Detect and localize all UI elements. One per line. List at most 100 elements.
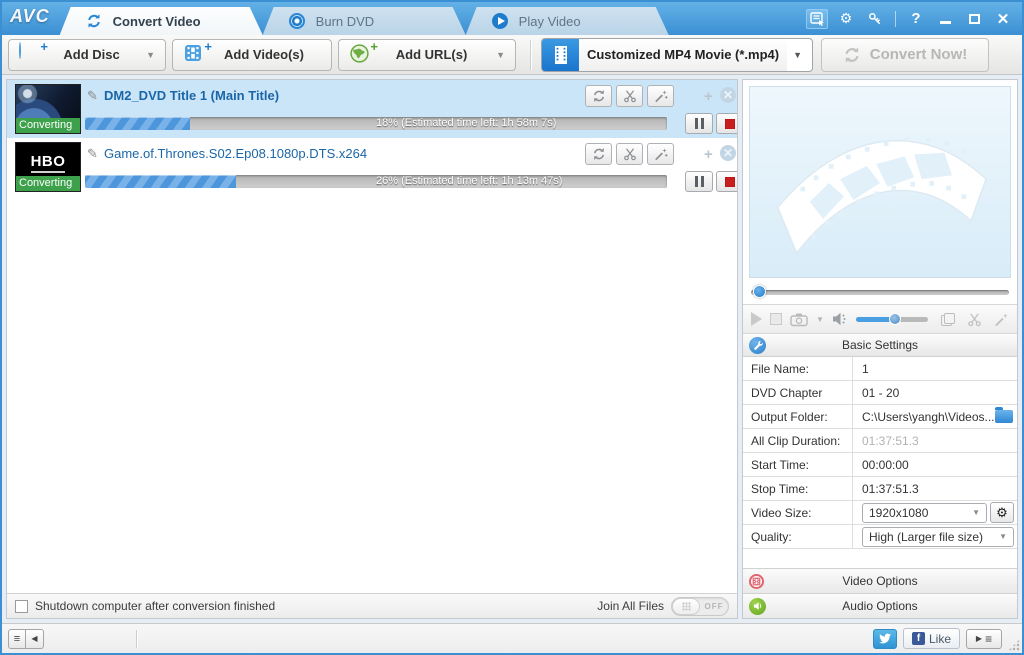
convert-now-label: Convert Now! (869, 46, 968, 63)
collapse-panel-button[interactable]: ◀ (26, 628, 44, 649)
twitter-bird-icon (878, 633, 891, 643)
row-buttons (585, 85, 674, 107)
file-name-value[interactable]: 1 (853, 362, 1017, 376)
volume-icon[interactable] (832, 312, 848, 326)
video-title: Game.of.Thrones.S02.Ep08.1080p.DTS.x264 (104, 146, 368, 161)
video-thumbnail: HBO Converting (15, 142, 81, 192)
pause-button[interactable] (685, 113, 713, 134)
tab-burn-dvd[interactable]: Burn DVD (263, 7, 466, 35)
settings-table: File Name: 1 DVD Chapter 01 - 20 Output … (743, 357, 1017, 549)
setting-label: Video Size: (743, 501, 853, 524)
edit-title-icon[interactable]: ✎ (87, 146, 98, 162)
status-badge: Converting (16, 176, 80, 191)
clip-scissors-icon[interactable] (616, 85, 643, 107)
video-size-select[interactable]: 1920x1080 ▼ (862, 502, 987, 523)
menu-list-button[interactable]: ≡ (8, 628, 26, 649)
folder-icon[interactable] (995, 407, 1013, 423)
help-button[interactable]: ? (905, 9, 927, 29)
clip-scissors-icon[interactable] (616, 143, 643, 165)
row-buttons (585, 143, 674, 165)
stop-button[interactable] (716, 171, 737, 192)
sync-icon (86, 13, 103, 30)
tab-play-video[interactable]: Play Video (466, 7, 669, 35)
snapshot-camera-icon[interactable] (790, 312, 808, 327)
setting-row-dvd-chapter: DVD Chapter 01 - 20 (743, 381, 1017, 405)
tab-convert-video[interactable]: Convert Video (60, 7, 263, 35)
feedback-icon[interactable] (806, 8, 828, 29)
add-disc-label: Add Disc (63, 47, 120, 62)
add-disc-button[interactable]: + Add Disc ▼ (8, 38, 166, 71)
add-videos-label: Add Video(s) (224, 47, 304, 62)
wrench-icon (749, 336, 766, 354)
all-clip-duration-value: 01:37:51.3 (862, 433, 919, 448)
convert-item-button[interactable] (585, 143, 612, 165)
quality-select[interactable]: High (Larger file size) ▼ (862, 526, 1014, 547)
facebook-like-button[interactable]: f Like (902, 628, 960, 649)
playlist-toggle-button[interactable]: ▶ ≡ (966, 628, 1002, 649)
volume-handle[interactable] (888, 313, 901, 325)
disc-icon (289, 13, 306, 30)
close-button[interactable]: ✕ (992, 9, 1014, 29)
setting-row-video-size: Video Size: 1920x1080 ▼ ⚙ (743, 501, 1017, 525)
add-videos-button[interactable]: + Add Video(s) (172, 38, 332, 71)
resize-grip[interactable] (1008, 639, 1020, 651)
maximize-button[interactable] (963, 9, 985, 29)
add-icon[interactable]: + (704, 146, 713, 163)
video-size-gear-button[interactable]: ⚙ (990, 502, 1014, 523)
shutdown-checkbox[interactable] (15, 599, 28, 613)
thumbnail-label: HBO (31, 153, 66, 173)
play-button[interactable] (751, 312, 762, 326)
audio-options-label: Audio Options (842, 599, 918, 613)
chevron-down-icon: ▼ (146, 49, 155, 60)
status-badge: Converting (16, 118, 80, 133)
pause-button[interactable] (685, 171, 713, 192)
effects-wand-icon[interactable] (647, 143, 674, 165)
app-logo: AVC (10, 5, 50, 26)
trim-scissors-icon[interactable] (967, 312, 982, 327)
effects-wand-icon[interactable] (994, 312, 1009, 327)
stop-playback-button[interactable] (770, 313, 782, 325)
progress-text: 18% (Estimated time left: 1h 58m 7s) (376, 117, 557, 129)
video-options-button[interactable]: Video Options (743, 568, 1017, 593)
add-icon[interactable]: + (704, 88, 713, 105)
setting-label: File Name: (743, 357, 853, 380)
remove-icon[interactable]: ✕ (720, 87, 736, 103)
snapshot-options-arrow[interactable]: ▼ (816, 315, 824, 324)
volume-slider[interactable] (855, 313, 928, 325)
convert-item-button[interactable] (585, 85, 612, 107)
preview-area (749, 86, 1011, 278)
toggle-state: OFF (704, 601, 724, 611)
queue-row[interactable]: HBO Converting ✎ Game.of.Thrones.S02.Ep0… (7, 138, 737, 196)
remove-icon[interactable]: ✕ (720, 145, 736, 161)
copy-icon[interactable] (941, 312, 955, 326)
edit-title-icon[interactable]: ✎ (87, 88, 98, 104)
effects-wand-icon[interactable] (647, 85, 674, 107)
add-urls-button[interactable]: + Add URL(s) ▼ (338, 38, 516, 71)
join-all-files-label: Join All Files (597, 599, 664, 613)
progress-fill (85, 175, 237, 188)
add-urls-icon: + (349, 39, 378, 67)
video-size-value: 1920x1080 (869, 505, 929, 520)
video-options-icon (749, 573, 764, 589)
queue-row[interactable]: Converting ✎ DM2_DVD Title 1 (Main Title… (7, 80, 737, 138)
dvd-chapter-value[interactable]: 01 - 20 (853, 386, 1017, 400)
output-format-selector[interactable]: Customized MP4 Movie (*.mp4) ▼ (541, 37, 813, 72)
like-label: Like (928, 631, 951, 646)
twitter-button[interactable] (872, 628, 897, 649)
audio-options-button[interactable]: Audio Options (743, 593, 1017, 618)
start-time-value[interactable]: 00:00:00 (853, 458, 1017, 472)
minimize-button[interactable] (934, 9, 956, 29)
main-tabs: Convert Video Burn DVD Play Video (60, 7, 669, 35)
tab-label: Burn DVD (315, 13, 375, 29)
key-icon[interactable] (864, 9, 886, 29)
video-title: DM2_DVD Title 1 (Main Title) (104, 88, 280, 103)
gear-icon[interactable]: ⚙ (835, 9, 857, 29)
output-folder-value[interactable]: C:\Users\yangh\Videos... (853, 407, 1017, 424)
seek-handle[interactable] (753, 285, 766, 298)
convert-now-button[interactable]: Convert Now! (821, 37, 989, 72)
output-folder-path: C:\Users\yangh\Videos... (862, 409, 995, 424)
seek-bar[interactable] (751, 284, 1009, 300)
stop-time-value[interactable]: 01:37:51.3 (853, 482, 1017, 496)
join-all-files-toggle[interactable]: OFF (671, 596, 729, 616)
stop-button[interactable] (716, 113, 737, 134)
